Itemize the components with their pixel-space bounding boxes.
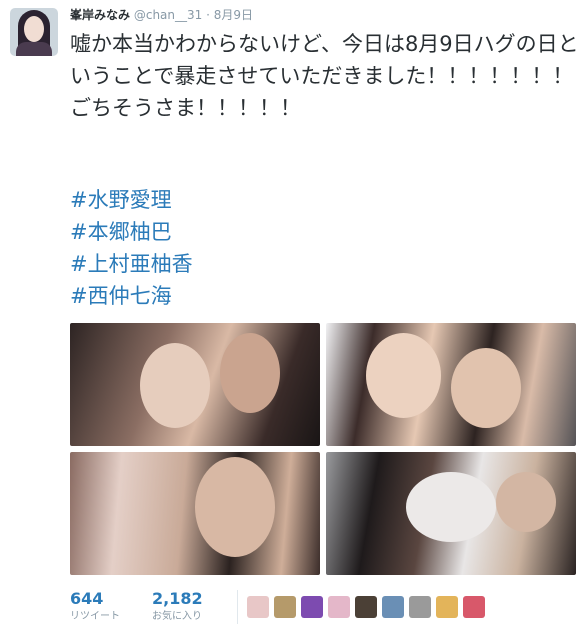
hashtag-link[interactable]: #上村亜柚香	[70, 248, 193, 280]
header-separator: ·	[206, 8, 210, 22]
tweet-photo-1[interactable]	[70, 323, 320, 446]
tweet-photo-4[interactable]	[326, 452, 576, 575]
favoriter-avatar-9[interactable]	[463, 596, 485, 618]
retweet-stat[interactable]: 644 リツイート	[70, 590, 120, 624]
user-handle[interactable]: @chan__31	[134, 8, 202, 22]
retweet-label: リツイート	[70, 611, 120, 622]
favorite-stat[interactable]: 2,182 お気に入り	[152, 590, 203, 624]
stats-divider	[237, 590, 238, 624]
tweet-text: 嘘か本当かわからないけど、今日は8月9日ハグの日ということで暴走させていただきま…	[70, 32, 579, 120]
tweet-date[interactable]: 8月9日	[214, 8, 253, 22]
hashtag-link[interactable]: #水野愛理	[70, 184, 193, 216]
display-name[interactable]: 峯岸みなみ	[70, 8, 130, 22]
tweet-photo-3[interactable]	[70, 452, 320, 575]
tweet-photo-2[interactable]	[326, 323, 576, 446]
favoriter-avatar-3[interactable]	[301, 596, 323, 618]
hashtag-link[interactable]: #本郷柚巴	[70, 216, 193, 248]
hashtag-list: #水野愛理 #本郷柚巴 #上村亜柚香 #西仲七海	[70, 184, 193, 312]
favorite-label: お気に入り	[152, 611, 202, 622]
retweet-count: 644	[70, 589, 104, 608]
favoriter-avatar-5[interactable]	[355, 596, 377, 618]
favoriter-avatar-7[interactable]	[409, 596, 431, 618]
user-avatar[interactable]	[10, 8, 58, 56]
tweet-header: 峯岸みなみ @chan__31 · 8月9日	[70, 6, 253, 23]
favoriter-avatar-1[interactable]	[247, 596, 269, 618]
favoriter-avatar-6[interactable]	[382, 596, 404, 618]
favoriter-avatar-2[interactable]	[274, 596, 296, 618]
hashtag-link[interactable]: #西仲七海	[70, 280, 193, 312]
favoriter-avatar-8[interactable]	[436, 596, 458, 618]
favoriter-avatar-4[interactable]	[328, 596, 350, 618]
favorite-count: 2,182	[152, 589, 203, 608]
